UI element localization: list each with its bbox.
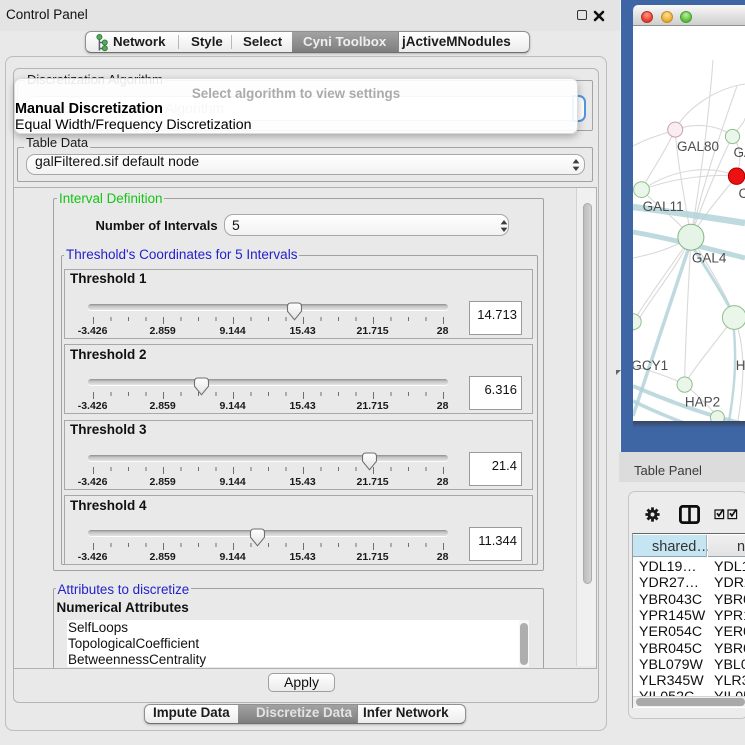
svg-text:GCY1: GCY1 xyxy=(633,358,668,373)
svg-text:GAL3: GAL3 xyxy=(734,145,745,160)
svg-text:HAP2: HAP2 xyxy=(685,395,720,410)
svg-text:GAL11: GAL11 xyxy=(643,199,684,214)
svg-text:GAL80: GAL80 xyxy=(677,139,719,154)
svg-text:GAL4: GAL4 xyxy=(692,251,727,266)
svg-text:HIS: HIS xyxy=(736,358,745,373)
svg-text:CYC: CYC xyxy=(739,186,745,201)
